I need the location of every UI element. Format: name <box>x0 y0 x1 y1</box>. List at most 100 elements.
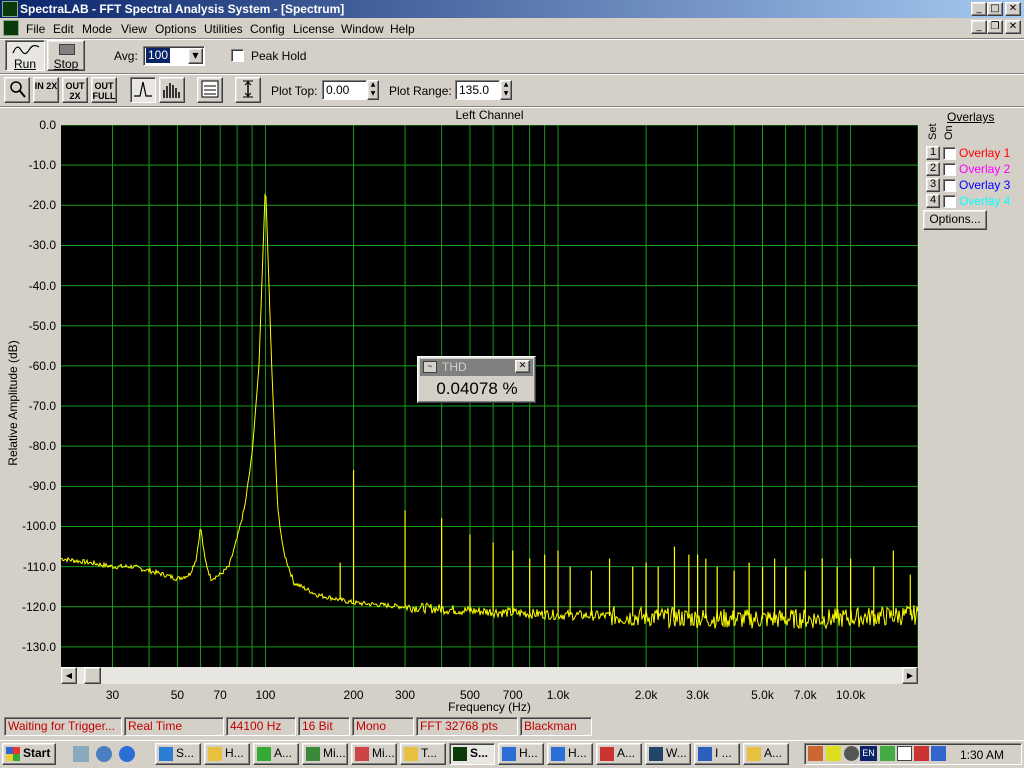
tray-update-icon[interactable] <box>931 746 946 761</box>
taskbar-task-button[interactable]: H... <box>498 743 544 765</box>
peak-hold-checkbox[interactable] <box>231 49 244 62</box>
zoom-tool-button[interactable] <box>4 77 30 103</box>
overlay-set-button[interactable]: 4 <box>926 194 940 208</box>
taskbar-task-button[interactable]: A... <box>596 743 642 765</box>
doc-close-button[interactable]: ✕ <box>1005 20 1021 34</box>
plot-top-spinner[interactable]: ▲ ▼ <box>367 80 379 100</box>
settings-button[interactable] <box>197 77 223 103</box>
tray-network-icon[interactable] <box>880 746 895 761</box>
doc-restore-button[interactable]: ❐ <box>987 20 1003 34</box>
thd-title-bar[interactable]: ~ THD ✕ <box>420 359 533 376</box>
doc-minimize-button[interactable]: _ <box>971 20 987 34</box>
tray-security-icon[interactable] <box>914 746 929 761</box>
y-tick-label: -110.0 <box>22 559 56 574</box>
minimize-button[interactable]: _ <box>971 2 987 16</box>
y-tick-label: -70.0 <box>28 399 56 414</box>
run-button[interactable]: Run <box>5 40 45 71</box>
tray-folder-icon[interactable] <box>826 746 841 761</box>
app-icon[interactable] <box>2 1 18 17</box>
document-icon[interactable] <box>3 20 19 36</box>
stop-button[interactable]: Stop <box>47 40 85 71</box>
spin-down-icon[interactable]: ▼ <box>368 90 378 99</box>
status-channels: Mono <box>352 717 414 736</box>
maximize-button[interactable]: □ <box>987 2 1003 16</box>
overlay-options-button[interactable]: Options... <box>923 210 987 230</box>
overlay-set-button[interactable]: 2 <box>926 162 940 176</box>
overlay-on-checkbox[interactable] <box>943 147 956 160</box>
overlay-on-checkbox[interactable] <box>943 163 956 176</box>
taskbar-task-button[interactable]: Mi... <box>351 743 397 765</box>
bar-plot-button[interactable] <box>159 77 185 103</box>
scrollbar-thumb[interactable] <box>84 667 101 684</box>
plot-range-input[interactable]: 135.0 <box>455 80 500 100</box>
menu-config[interactable]: Config <box>246 21 289 37</box>
avg-select[interactable]: 100 ▼ <box>143 46 205 66</box>
menu-options[interactable]: Options <box>151 21 200 37</box>
vertical-scale-button[interactable] <box>235 77 261 103</box>
tray-speaker-icon[interactable] <box>897 746 912 761</box>
scroll-right-arrow-icon[interactable]: ▶ <box>902 667 918 684</box>
plot-title: Left Channel <box>455 108 524 122</box>
taskbar-task-button[interactable]: A... <box>743 743 789 765</box>
task-label: A... <box>617 746 636 760</box>
overlay-on-checkbox[interactable] <box>943 195 956 208</box>
overlays-title: Overlays <box>947 110 995 124</box>
chevron-down-icon[interactable]: ▼ <box>188 48 203 64</box>
scroll-left-arrow-icon[interactable]: ◀ <box>61 667 77 684</box>
zoom-in-2x-button[interactable]: IN 2X <box>33 77 59 103</box>
taskbar-task-button[interactable]: A... <box>253 743 299 765</box>
taskbar-task-button[interactable]: H... <box>547 743 593 765</box>
toolbar-divider-2 <box>0 73 1024 75</box>
overlay-set-button[interactable]: 3 <box>926 178 940 192</box>
taskbar-task-button[interactable]: T... <box>400 743 446 765</box>
tray-disc-icon[interactable] <box>844 746 859 761</box>
thd-window[interactable]: ~ THD ✕ 0.04078 % <box>417 356 536 403</box>
tray-language[interactable]: EN <box>860 746 877 761</box>
taskbar-task-button[interactable]: S... <box>449 743 495 765</box>
menu-help[interactable]: Help <box>386 21 419 37</box>
spin-up-icon[interactable]: ▲ <box>368 81 378 90</box>
task-label: S... <box>470 746 489 760</box>
menu-view[interactable]: View <box>117 21 151 37</box>
menu-utilities[interactable]: Utilities <box>200 21 247 37</box>
taskbar-task-button[interactable]: H... <box>204 743 250 765</box>
peak-hold-label: Peak Hold <box>251 49 307 63</box>
task-app-icon <box>600 747 614 761</box>
menu-edit[interactable]: Edit <box>49 21 78 37</box>
overlay-on-checkbox[interactable] <box>943 179 956 192</box>
menu-mode[interactable]: Mode <box>78 21 116 37</box>
close-button[interactable]: ✕ <box>1005 2 1021 16</box>
status-bits: 16 Bit <box>298 717 350 736</box>
task-label: A... <box>764 746 783 760</box>
taskbar-task-button[interactable]: I ... <box>694 743 740 765</box>
overlay-set-button[interactable]: 1 <box>926 146 940 160</box>
tray-app-icon[interactable] <box>808 746 823 761</box>
menu-file[interactable]: File <box>22 21 49 37</box>
taskbar-task-button[interactable]: S... <box>155 743 201 765</box>
menu-window[interactable]: Window <box>337 21 388 37</box>
start-button[interactable]: Start <box>2 743 56 765</box>
zoom-out-full-button[interactable]: OUT FULL <box>91 77 117 103</box>
thd-close-button[interactable]: ✕ <box>515 360 530 373</box>
taskbar-task-button[interactable]: Mi... <box>302 743 348 765</box>
task-app-icon <box>551 747 565 761</box>
task-label: S... <box>176 746 195 760</box>
thd-app-icon: ~ <box>423 361 437 373</box>
windows-logo-icon <box>6 747 20 761</box>
line-plot-button[interactable] <box>130 77 156 103</box>
plot-range-spinner[interactable]: ▲ ▼ <box>500 80 512 100</box>
task-app-icon <box>208 747 222 761</box>
spin-up-icon[interactable]: ▲ <box>501 81 511 90</box>
browser-icon[interactable] <box>119 746 135 762</box>
plot-top-input[interactable]: 0.00 <box>322 80 367 100</box>
zoom-out-2x-button[interactable]: OUT 2X <box>62 77 88 103</box>
refresh-icon[interactable] <box>96 746 112 762</box>
task-app-icon <box>355 747 369 761</box>
menu-license[interactable]: License <box>289 21 338 37</box>
taskbar-task-button[interactable]: W... <box>645 743 691 765</box>
spin-down-icon[interactable]: ▼ <box>501 90 511 99</box>
show-desktop-icon[interactable] <box>73 746 89 762</box>
horizontal-scrollbar[interactable] <box>61 667 918 684</box>
spectrum-trace <box>61 193 918 630</box>
task-label: A... <box>274 746 293 760</box>
